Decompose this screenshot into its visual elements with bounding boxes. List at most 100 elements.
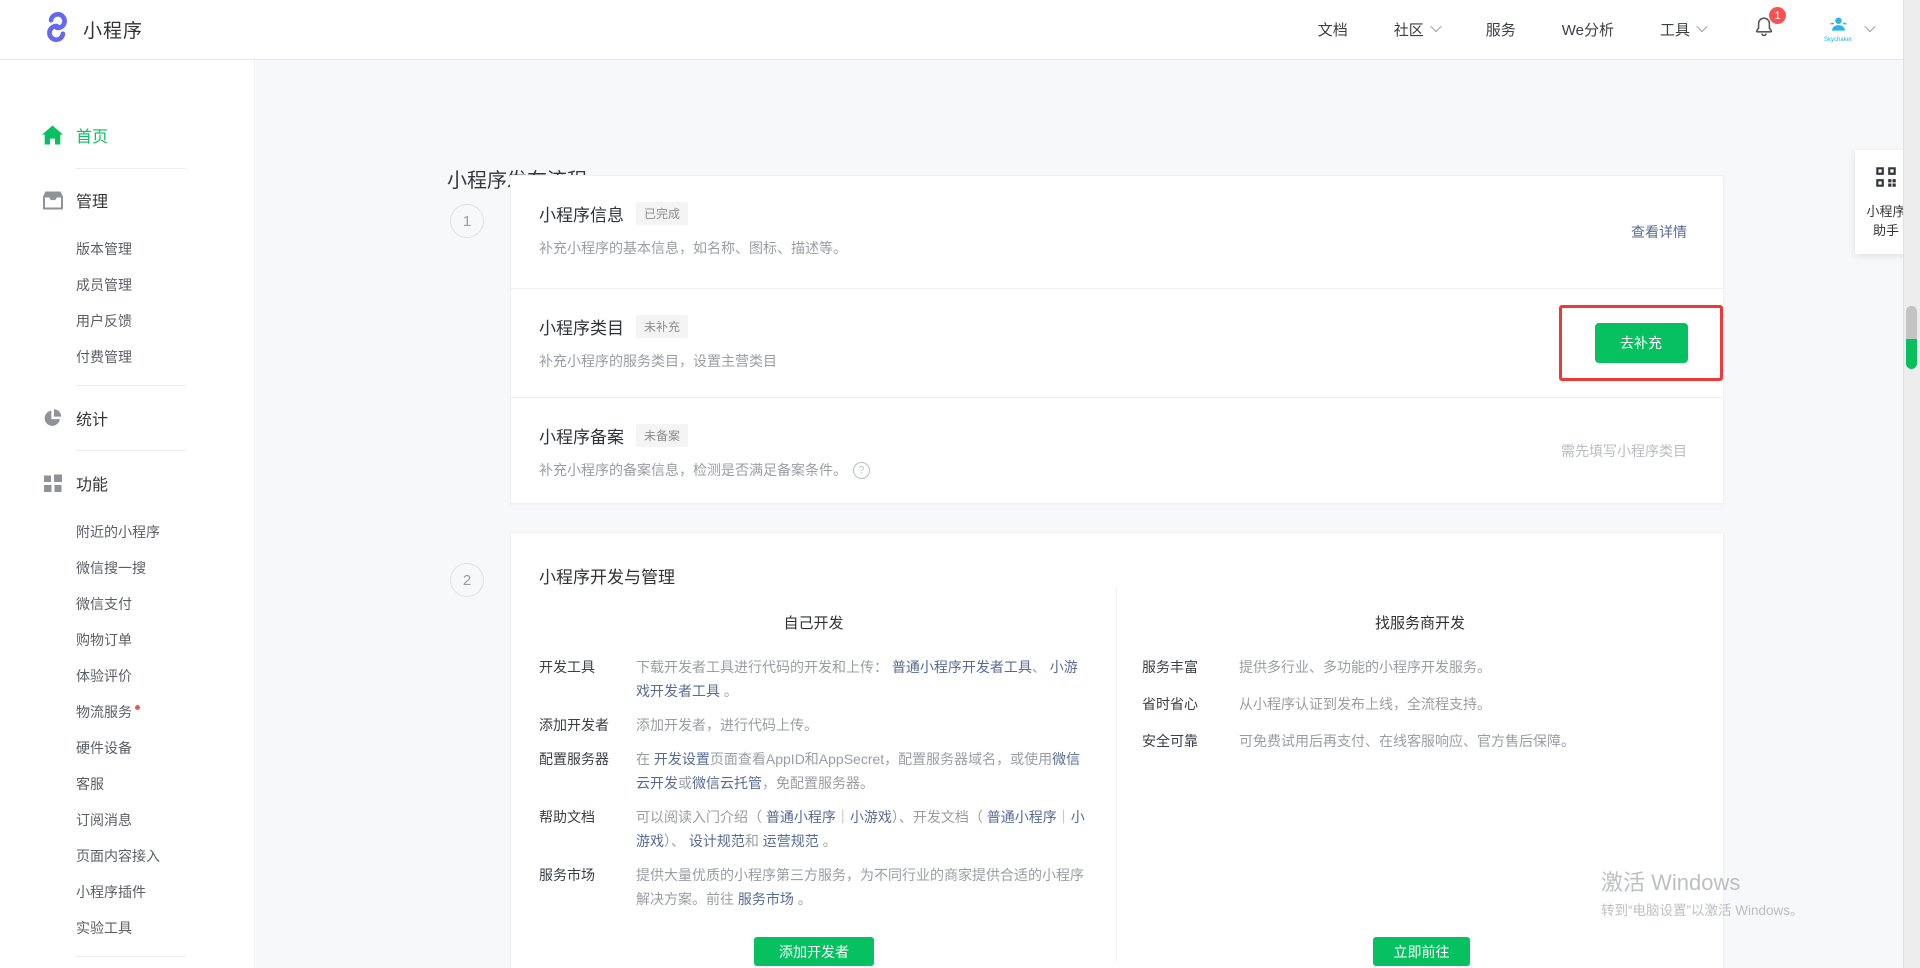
inline-link[interactable]: 设计规范 — [689, 833, 745, 849]
step-number-2: 2 — [450, 563, 484, 597]
sidebar-item-2-4[interactable]: 体验评价 — [0, 658, 254, 694]
chevron-down-icon — [1430, 21, 1441, 32]
dev-row-label: 开发工具 — [539, 655, 636, 703]
inline-link[interactable]: 普通小程序 — [987, 809, 1057, 825]
sidebar-item-label: 实验工具 — [76, 918, 132, 938]
sidebar-item-2-10[interactable]: 小程序插件 — [0, 874, 254, 910]
sidebar-item-2-0[interactable]: 附近的小程序 — [0, 514, 254, 550]
inline-link[interactable]: 小游戏 — [850, 809, 892, 825]
sidebar-item-2-6[interactable]: 硬件设备 — [0, 730, 254, 766]
dev-columns: 自己开发 开发工具下载开发者工具进行代码的开发和上传： 普通小程序开发者工具、 … — [511, 588, 1723, 961]
sidebar-item-2-9[interactable]: 页面内容接入 — [0, 838, 254, 874]
sidebar-item-2-1[interactable]: 微信搜一搜 — [0, 550, 254, 586]
sidebar-item-2-3[interactable]: 购物订单 — [0, 622, 254, 658]
self-develop-column: 自己开发 开发工具下载开发者工具进行代码的开发和上传： 普通小程序开发者工具、 … — [511, 588, 1117, 961]
nav-link-3[interactable]: We分析 — [1562, 19, 1614, 40]
scrollbar-thumb[interactable] — [1906, 306, 1917, 369]
sidebar-item-label: 附近的小程序 — [76, 522, 160, 542]
sidebar-item-label: 成员管理 — [76, 275, 132, 295]
nav-link-label: 服务 — [1486, 19, 1516, 40]
sidebar-item-0-1[interactable]: 成员管理 — [0, 267, 254, 303]
step2-title: 小程序开发与管理 — [539, 563, 1723, 588]
flow-row-title: 小程序备案 — [539, 423, 624, 448]
sidebar-item-2-2[interactable]: 微信支付 — [0, 586, 254, 622]
flow-row-desc: 补充小程序的服务类目，设置主营类目 — [539, 351, 1687, 371]
dev-row-0: 开发工具下载开发者工具进行代码的开发和上传： 普通小程序开发者工具、 小游戏开发… — [511, 655, 1116, 703]
sidebar-section-label: 统计 — [76, 406, 108, 430]
sidebar-item-home[interactable]: 首页 — [0, 116, 254, 154]
service-provider-column: 找服务商开发 服务丰富提供多行业、多功能的小程序开发服务。省时省心从小程序认证到… — [1117, 588, 1723, 961]
dev-row-label: 添加开发者 — [539, 713, 636, 737]
notification-bell[interactable]: 1 — [1752, 15, 1776, 44]
sidebar-section-label: 管理 — [76, 188, 108, 212]
dev-row-2: 配置服务器在 开发设置页面查看AppID和AppSecret，配置服务器域名，或… — [511, 747, 1116, 795]
sidebar-item-2-11[interactable]: 实验工具 — [0, 910, 254, 946]
notification-count-badge: 1 — [1769, 7, 1786, 24]
go-now-button[interactable]: 立即前往 — [1373, 937, 1470, 966]
svc-row-text: 从小程序认证到发布上线，全流程支持。 — [1239, 692, 1491, 716]
service-provider-header: 找服务商开发 — [1117, 612, 1723, 633]
step-number-1: 1 — [450, 204, 484, 238]
self-develop-header: 自己开发 — [511, 612, 1116, 633]
nav-link-1[interactable]: 社区 — [1394, 19, 1440, 40]
inline-link[interactable]: 普通小程序开发者工具 — [892, 659, 1032, 675]
sidebar-item-label: 付费管理 — [76, 347, 132, 367]
chevron-down-icon — [1696, 21, 1707, 32]
sidebar-section-0[interactable]: 管理 — [0, 182, 254, 218]
nav-link-0[interactable]: 文档 — [1318, 19, 1348, 40]
sidebar-section-items: 版本管理成员管理用户反馈付费管理 — [0, 231, 254, 375]
svc-row-label: 服务丰富 — [1142, 655, 1239, 679]
sidebar-divider — [76, 956, 186, 957]
dev-row-text: 添加开发者，进行代码上传。 — [636, 713, 1116, 737]
dev-row-label: 帮助文档 — [539, 805, 636, 853]
dev-row-3: 帮助文档可以阅读入门介绍（ 普通小程序｜小游戏）、开发文档（ 普通小程序｜小游戏… — [511, 805, 1116, 853]
dev-row-4: 服务市场提供大量优质的小程序第三方服务，为不同行业的商家提供合适的小程序解决方案… — [511, 863, 1116, 911]
flow-row-info: 小程序类目未补充补充小程序的服务类目，设置主营类目 — [539, 314, 1687, 371]
sidebar-item-label: 微信搜一搜 — [76, 558, 146, 578]
sidebar-item-0-2[interactable]: 用户反馈 — [0, 303, 254, 339]
go-complete-button[interactable]: 去补充 — [1595, 323, 1688, 363]
home-icon — [42, 125, 63, 146]
wechat-miniprogram-console: 小程序 文档 社区 服务 We分析 工具 1 Skychaker — [0, 0, 1920, 968]
svc-row-1: 省时省心从小程序认证到发布上线，全流程支持。 — [1117, 692, 1723, 716]
grid-icon — [42, 473, 63, 494]
inline-link[interactable]: 普通小程序 — [766, 809, 836, 825]
flow-row-title-line: 小程序类目未补充 — [539, 314, 1687, 339]
sidebar-item-0-3[interactable]: 付费管理 — [0, 339, 254, 375]
help-icon[interactable]: ? — [853, 462, 870, 479]
sidebar-item-2-5[interactable]: 物流服务 — [0, 694, 254, 730]
flow-row-desc: 补充小程序的基本信息，如名称、图标、描述等。 — [539, 238, 1687, 258]
sidebar-section-1[interactable]: 统计 — [0, 400, 254, 436]
nav-link-2[interactable]: 服务 — [1486, 19, 1516, 40]
new-indicator-dot — [135, 705, 140, 710]
page-scrollbar-track[interactable] — [1903, 0, 1920, 968]
scrollbar-thumb-green — [1906, 339, 1917, 369]
sidebar-item-2-7[interactable]: 客服 — [0, 766, 254, 802]
highlight-annotation-box: 去补充 — [1559, 305, 1723, 381]
view-details-link[interactable]: 查看详情 — [1631, 222, 1687, 242]
sidebar-item-2-8[interactable]: 订阅消息 — [0, 802, 254, 838]
inline-link[interactable]: 微信云托管 — [692, 775, 762, 791]
sidebar-section-label: 功能 — [76, 471, 108, 495]
nav-link-label: We分析 — [1562, 19, 1614, 40]
dev-row-text: 下载开发者工具进行代码的开发和上传： 普通小程序开发者工具、 小游戏开发者工具 … — [636, 655, 1116, 703]
dev-row-text: 在 开发设置页面查看AppID和AppSecret，配置服务器域名，或使用微信云… — [636, 747, 1116, 795]
step2-card: 小程序开发与管理 自己开发 开发工具下载开发者工具进行代码的开发和上传： 普通小… — [510, 532, 1724, 968]
prerequisite-note: 需先填写小程序类目 — [1561, 441, 1687, 461]
avatar-caption: Skychaker — [1824, 37, 1852, 44]
flow-step-row-0: 小程序信息已完成补充小程序的基本信息，如名称、图标、描述等。查看详情 — [511, 176, 1723, 289]
flow-row-info: 小程序信息已完成补充小程序的基本信息，如名称、图标、描述等。 — [539, 201, 1687, 258]
status-badge: 已完成 — [636, 202, 688, 225]
top-navbar: 小程序 文档 社区 服务 We分析 工具 1 Skychaker — [0, 0, 1920, 60]
sidebar-item-0-0[interactable]: 版本管理 — [0, 231, 254, 267]
add-developer-button[interactable]: 添加开发者 — [754, 937, 874, 966]
nav-link-4[interactable]: 工具 — [1660, 19, 1706, 40]
inline-link[interactable]: 运营规范 — [763, 833, 819, 849]
miniprogram-logo[interactable]: 小程序 — [40, 10, 143, 49]
inline-link[interactable]: 开发设置 — [654, 751, 710, 767]
sidebar-section-2[interactable]: 功能 — [0, 465, 254, 501]
account-menu[interactable]: Skychaker — [1818, 10, 1874, 50]
sidebar-divider — [76, 168, 186, 169]
nav-link-label: 工具 — [1660, 19, 1690, 40]
inline-link[interactable]: 服务市场 — [738, 891, 794, 907]
